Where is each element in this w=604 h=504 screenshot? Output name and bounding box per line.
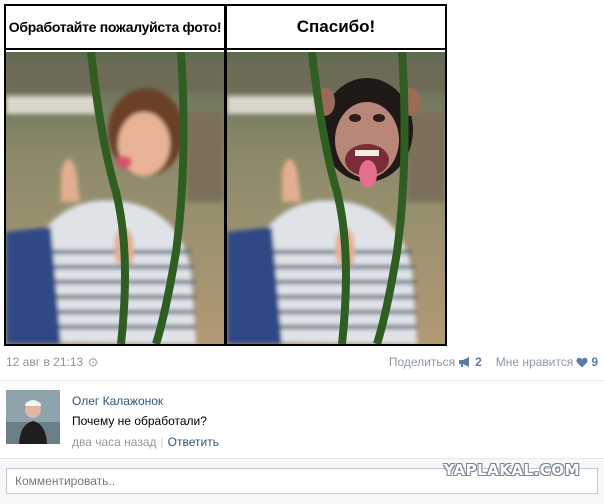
like-label: Мне нравится [495,355,574,369]
post-image[interactable]: Обработайте пожалуйста фото! Спасибо! [4,4,447,346]
comic-caption-right: Спасибо! [227,6,445,50]
girl-photo [6,52,224,344]
watermark: YAPLAKAL.COM [443,461,580,479]
reply-link[interactable]: Ответить [168,435,219,449]
share-label: Поделиться [388,355,456,369]
like-button[interactable]: Мне нравится 9 [496,355,598,369]
comment-item: Олег Калажонок Почему не обработали? два… [6,390,598,450]
comment-separator: | [160,435,164,449]
post-date: 12 авг в 21:13 [6,355,84,369]
comic-caption-left: Обработайте пожалуйста фото! [6,6,224,50]
avatar[interactable] [6,390,60,444]
comment-author[interactable]: Олег Калажонок [72,394,219,408]
comment-time[interactable]: два часа назад [72,435,157,449]
comment-text: Почему не обработали? [72,414,207,428]
heart-icon [576,357,588,368]
share-button[interactable]: Поделиться 2 [389,355,482,369]
comment-body: Олег Калажонок Почему не обработали? два… [72,394,219,449]
megaphone-icon [458,356,472,368]
post-actions: Поделиться 2 Мне нравится 9 [375,355,598,369]
divider [0,380,604,381]
like-count: 9 [591,355,598,369]
share-count: 2 [475,355,482,369]
post-date-link[interactable]: 12 авг в 21:13 ⚙ [6,355,99,369]
comic-panel-left: Обработайте пожалуйста фото! [6,6,224,344]
comment-footer: два часа назад | Ответить [72,435,219,449]
monkey-photo [227,52,445,344]
post-meta: 12 авг в 21:13 ⚙ Поделиться 2 Мне нравит… [6,352,598,372]
gear-icon[interactable]: ⚙ [87,356,99,369]
comic-panel-right: Спасибо! [227,6,445,344]
